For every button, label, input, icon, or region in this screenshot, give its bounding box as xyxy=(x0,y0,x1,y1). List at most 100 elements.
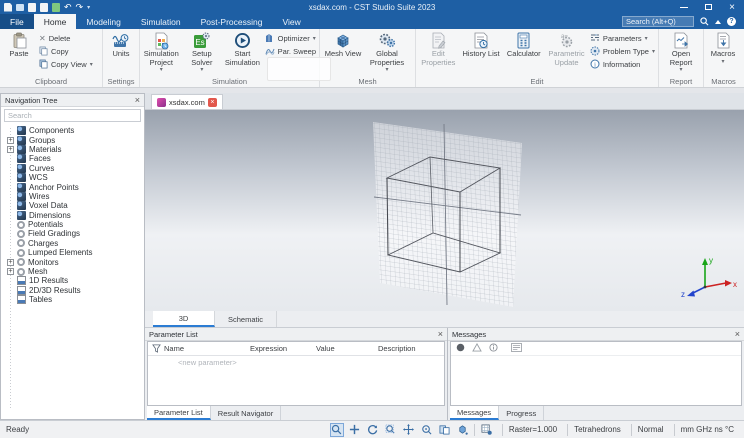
paste-button[interactable]: Paste xyxy=(1,30,37,59)
warnings-filter-icon[interactable] xyxy=(472,342,482,354)
tree-item[interactable]: + Components xyxy=(5,126,144,136)
zoom-tool-icon[interactable] xyxy=(329,422,344,437)
pan-tool-icon[interactable] xyxy=(402,423,416,437)
tab-file[interactable]: File xyxy=(0,14,34,29)
tree-item[interactable]: + Mesh xyxy=(5,267,144,276)
optimizer-button[interactable]: Optimizer ▾ xyxy=(263,32,318,45)
tree-item[interactable]: + Voxel Data xyxy=(5,201,144,211)
units-status[interactable]: mm GHz ns °C xyxy=(673,423,740,436)
tab-modeling[interactable]: Modeling xyxy=(76,14,131,29)
new-parameter-row[interactable]: <new parameter> xyxy=(148,356,444,367)
delete-button[interactable]: ✕ Delete xyxy=(37,32,95,45)
tree-item[interactable]: + 2D/3D Results xyxy=(5,285,144,295)
column-name[interactable]: Name xyxy=(164,344,250,353)
copy-button[interactable]: Copy xyxy=(37,45,95,58)
tab-home[interactable]: Home xyxy=(33,14,77,29)
tree-search-input[interactable] xyxy=(4,109,141,122)
mesh-type-status[interactable]: Tetrahedrons xyxy=(567,423,627,436)
close-button[interactable]: × xyxy=(720,0,744,14)
copy-view-button[interactable]: Copy View ▾ xyxy=(37,58,95,71)
tree-item[interactable]: + Curves xyxy=(5,163,144,173)
document-tab[interactable]: xsdax.com × xyxy=(151,94,223,109)
expander-plus-icon[interactable]: + xyxy=(7,258,14,266)
new-file-icon[interactable] xyxy=(4,2,12,12)
expander-plus-icon[interactable]: + xyxy=(7,145,14,153)
tab-simulation[interactable]: Simulation xyxy=(131,14,191,29)
history-list-button[interactable]: History List xyxy=(460,30,503,59)
open-report-button[interactable]: Open Report ▾ xyxy=(660,30,702,74)
start-simulation-button[interactable]: Start Simulation xyxy=(222,30,263,67)
simulation-project-button[interactable]: Simulation Project ▾ xyxy=(141,30,182,74)
bounding-box-icon[interactable] xyxy=(456,423,470,437)
tree-item[interactable]: + Lumped Elements xyxy=(5,248,144,257)
tab-result-navigator[interactable]: Result Navigator xyxy=(211,406,282,420)
tree-item[interactable]: + Charges xyxy=(5,239,144,248)
column-expression[interactable]: Expression xyxy=(250,344,316,353)
tab-close-icon[interactable]: × xyxy=(207,97,217,107)
tree-item[interactable]: + Tables xyxy=(5,295,144,305)
tab-3d[interactable]: 3D xyxy=(153,311,215,327)
collapse-ribbon-icon[interactable] xyxy=(715,19,721,24)
maximize-button[interactable] xyxy=(696,0,720,14)
tree-item[interactable]: + Faces xyxy=(5,154,144,164)
tree-item[interactable]: + Dimensions xyxy=(5,210,144,220)
zoom-region-tool-icon[interactable] xyxy=(384,423,398,437)
save-icon[interactable] xyxy=(28,2,36,12)
tab-schematic[interactable]: Schematic xyxy=(215,311,277,327)
expander-plus-icon[interactable]: + xyxy=(7,268,14,276)
column-description[interactable]: Description xyxy=(378,344,444,353)
global-properties-button[interactable]: Global Properties ▾ xyxy=(365,30,409,74)
undo-icon[interactable]: ↶ xyxy=(64,2,72,12)
rotate-tool-icon[interactable] xyxy=(366,423,380,437)
tab-progress[interactable]: Progress xyxy=(499,406,545,420)
close-icon[interactable]: × xyxy=(135,95,140,105)
parametric-update-button[interactable]: a= Parametric Update xyxy=(545,30,588,67)
mesh-view-button[interactable]: Mesh View xyxy=(321,30,365,59)
expander-plus-icon[interactable]: + xyxy=(7,136,14,144)
tree-item[interactable]: + Monitors xyxy=(5,257,144,267)
tab-messages[interactable]: Messages xyxy=(450,406,500,420)
minimize-button[interactable] xyxy=(672,0,696,14)
tree-item[interactable]: + 1D Results xyxy=(5,276,144,286)
tree-item[interactable]: + Potentials xyxy=(5,220,144,229)
tree-item[interactable]: + Wires xyxy=(5,191,144,201)
help-icon[interactable]: ? xyxy=(727,17,736,26)
info-filter-icon[interactable] xyxy=(489,343,498,354)
tab-view[interactable]: View xyxy=(272,14,310,29)
close-icon[interactable]: × xyxy=(438,329,443,339)
search-icon[interactable] xyxy=(700,17,709,26)
tree-item[interactable]: + Field Gradings xyxy=(5,229,144,238)
close-icon[interactable]: × xyxy=(735,329,740,339)
tree-item[interactable]: + Materials xyxy=(5,144,144,154)
information-button[interactable]: i Information xyxy=(588,58,657,71)
zoom-in-tool-icon[interactable] xyxy=(348,423,362,437)
tree-item[interactable]: + Groups xyxy=(5,135,144,145)
calculator-button[interactable]: Calculator xyxy=(502,30,545,59)
raster-status-icon[interactable] xyxy=(473,423,498,436)
3d-viewport[interactable]: y x z xyxy=(145,110,744,311)
save-all-icon[interactable] xyxy=(40,2,48,12)
errors-filter-icon[interactable] xyxy=(456,343,465,354)
macros-button[interactable]: Macros ▾ xyxy=(705,30,741,66)
view-mode-status[interactable]: Normal xyxy=(630,423,670,436)
tab-parameter-list[interactable]: Parameter List xyxy=(147,406,211,420)
setup-solver-button[interactable]: Es Setup Solver ▾ xyxy=(182,30,223,74)
open-file-icon[interactable] xyxy=(16,3,24,11)
parameters-button[interactable]: Parameters ▾ xyxy=(588,32,657,45)
search-input[interactable] xyxy=(622,16,694,27)
tree-item[interactable]: + WCS xyxy=(5,173,144,183)
raster-value[interactable]: Raster=1.000 xyxy=(501,423,563,436)
column-value[interactable]: Value xyxy=(316,344,378,353)
toolbar-dropdown-icon[interactable]: ▾ xyxy=(87,4,90,11)
filter-funnel-icon[interactable] xyxy=(148,344,164,353)
units-button[interactable]: Units xyxy=(104,30,138,59)
tree-item[interactable]: + Anchor Points xyxy=(5,182,144,192)
problem-type-button[interactable]: Problem Type ▾ xyxy=(588,45,657,58)
edit-properties-button[interactable]: Edit Properties xyxy=(417,30,460,67)
import-icon[interactable] xyxy=(52,2,60,12)
search-view-tool-icon[interactable] xyxy=(420,423,434,437)
message-list-icon[interactable] xyxy=(511,343,522,354)
redo-icon[interactable]: ↷ xyxy=(76,2,84,12)
tab-post-processing[interactable]: Post-Processing xyxy=(191,14,273,29)
split-view-icon[interactable] xyxy=(438,423,452,437)
